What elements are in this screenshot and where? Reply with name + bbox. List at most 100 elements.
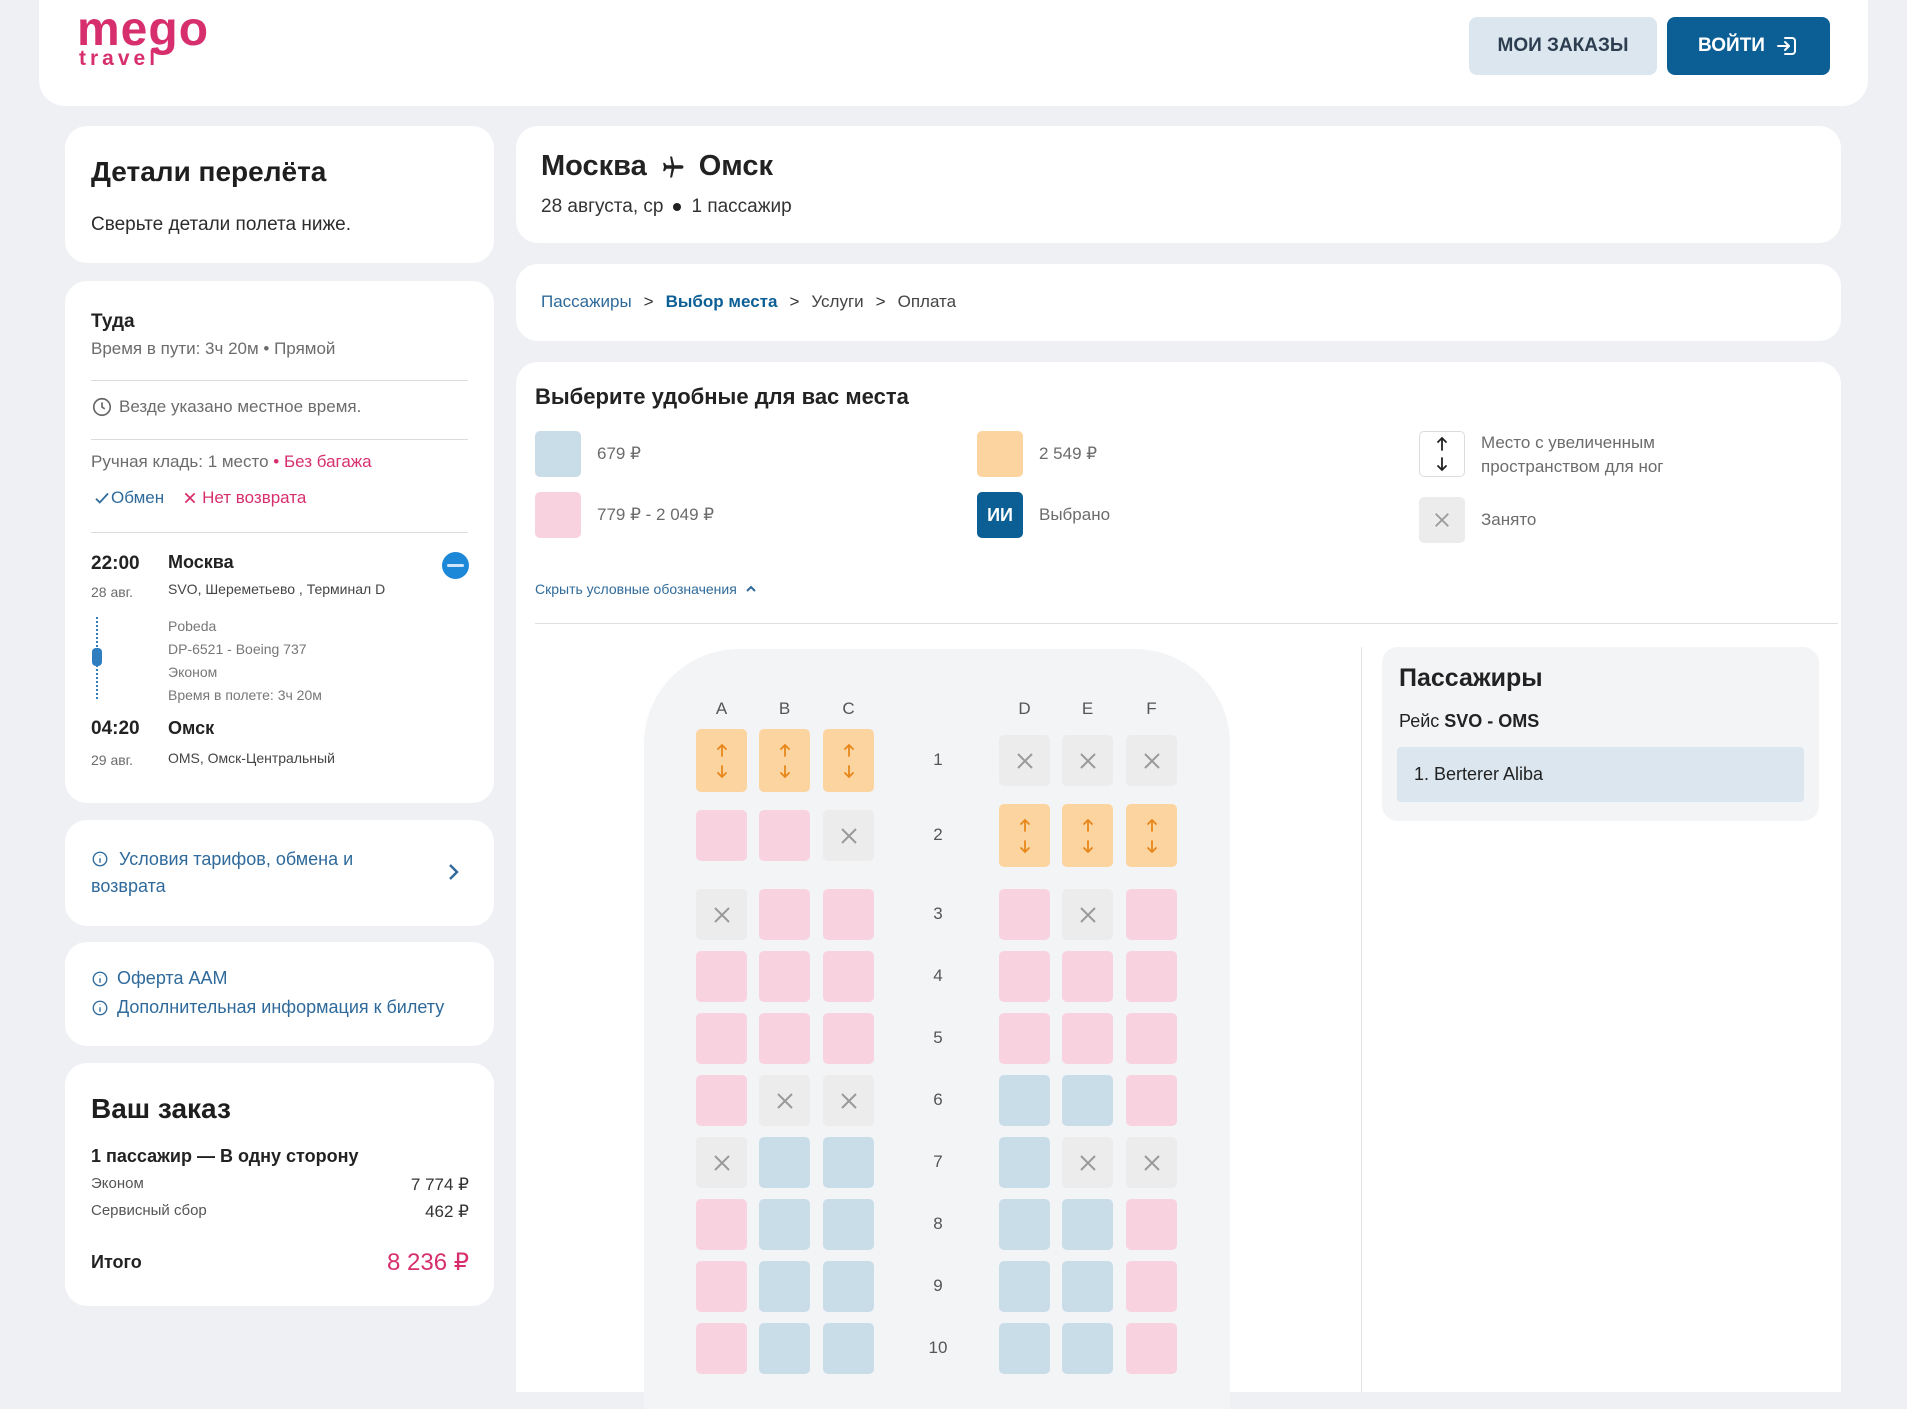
seat-5E[interactable] xyxy=(1062,1013,1113,1064)
seat-10A[interactable] xyxy=(696,1323,747,1374)
seat-9C[interactable] xyxy=(823,1261,874,1312)
breadcrumb-separator: > xyxy=(875,292,886,311)
seat-8E[interactable] xyxy=(1062,1199,1113,1250)
offer-label: Оферта ААМ xyxy=(117,968,228,988)
seat-3C[interactable] xyxy=(823,889,874,940)
seat-5B[interactable] xyxy=(759,1013,810,1064)
seat-7B[interactable] xyxy=(759,1137,810,1188)
seat-6A[interactable] xyxy=(696,1075,747,1126)
login-button[interactable]: ВОЙТИ xyxy=(1667,17,1830,75)
breadcrumb-payment: Оплата xyxy=(897,292,957,311)
seat-9A[interactable] xyxy=(696,1261,747,1312)
legroom-icon xyxy=(999,804,1050,867)
seat-4A[interactable] xyxy=(696,951,747,1002)
seat-8D[interactable] xyxy=(999,1199,1050,1250)
tariff-conditions-card[interactable]: Условия тарифов, обмена и возврата xyxy=(65,820,494,926)
dep-time: 22:00 xyxy=(91,553,140,574)
route-passengers: 1 пассажир xyxy=(691,196,792,217)
seat-3B[interactable] xyxy=(759,889,810,940)
seat-row-number: 7 xyxy=(933,1152,943,1171)
seat-6E[interactable] xyxy=(1062,1075,1113,1126)
flight-time: Время в полете: 3ч 20м xyxy=(168,687,322,703)
arr-airport: OMS, Омск-Центральный xyxy=(168,750,335,766)
luggage-info: Ручная кладь: 1 место • Без багажа xyxy=(91,452,372,472)
seat-6B xyxy=(759,1075,810,1126)
offer-link[interactable]: Оферта ААМ xyxy=(91,968,228,989)
seat-5C[interactable] xyxy=(823,1013,874,1064)
seat-5D[interactable] xyxy=(999,1013,1050,1064)
dot-separator xyxy=(673,203,682,211)
total-label: Итого xyxy=(91,1252,142,1272)
tariff-conditions-link[interactable]: Условия тарифов, обмена и возврата xyxy=(91,846,353,900)
seat-3D[interactable] xyxy=(999,889,1050,940)
passenger-item[interactable]: 1. Berterer Aliba xyxy=(1397,747,1804,802)
seat-10C[interactable] xyxy=(823,1323,874,1374)
breadcrumb: Пассажиры > Выбор места > Услуги > Оплат… xyxy=(516,264,1841,341)
breadcrumb-separator: > xyxy=(643,292,654,311)
seat-2A[interactable] xyxy=(696,810,747,861)
order-card: Ваш заказ 1 пассажир — В одну сторону Эк… xyxy=(65,1063,494,1306)
exchange-label: Обмен xyxy=(111,488,165,507)
seat-1C[interactable] xyxy=(823,729,874,792)
header: mego travel МОИ ЗАКАЗЫ ВОЙТИ xyxy=(39,0,1868,106)
local-time-note: Везде указано местное время. xyxy=(91,396,361,418)
seat-4E[interactable] xyxy=(1062,951,1113,1002)
seat-1B[interactable] xyxy=(759,729,810,792)
seat-2F[interactable] xyxy=(1126,804,1177,867)
legroom-icon xyxy=(1062,804,1113,867)
seat-column-label: C xyxy=(842,699,855,718)
seat-10E[interactable] xyxy=(1062,1323,1113,1374)
breadcrumb-passengers[interactable]: Пассажиры xyxy=(541,292,632,312)
seat-row-number: 4 xyxy=(933,966,943,985)
extra-info-link[interactable]: Дополнительная информация к билету xyxy=(91,997,444,1018)
seat-8B[interactable] xyxy=(759,1199,810,1250)
route-date: 28 августа, ср xyxy=(541,196,664,217)
login-label: ВОЙТИ xyxy=(1698,35,1765,56)
arr-time: 04:20 xyxy=(91,718,140,739)
seat-4C[interactable] xyxy=(823,951,874,1002)
seat-6F[interactable] xyxy=(1126,1075,1177,1126)
seat-3F[interactable] xyxy=(1126,889,1177,940)
seat-7D[interactable] xyxy=(999,1137,1050,1188)
seat-4F[interactable] xyxy=(1126,951,1177,1002)
seat-1A[interactable] xyxy=(696,729,747,792)
seat-2B[interactable] xyxy=(759,810,810,861)
seat-2E[interactable] xyxy=(1062,804,1113,867)
seat-10F[interactable] xyxy=(1126,1323,1177,1374)
seat-4D[interactable] xyxy=(999,951,1050,1002)
seat-4B[interactable] xyxy=(759,951,810,1002)
seat-5F[interactable] xyxy=(1126,1013,1177,1064)
tariff-conditions-line2: возврата xyxy=(91,876,166,896)
seat-2D[interactable] xyxy=(999,804,1050,867)
seat-column-label: F xyxy=(1146,699,1157,718)
ticket-conditions: Обмен Нет возврата xyxy=(93,488,306,508)
seat-1E xyxy=(1062,735,1113,786)
seat-10D[interactable] xyxy=(999,1323,1050,1374)
seat-row-number: 8 xyxy=(933,1214,943,1233)
seat-row-number: 1 xyxy=(933,750,943,769)
seat-9D[interactable] xyxy=(999,1261,1050,1312)
seat-8F[interactable] xyxy=(1126,1199,1177,1250)
seat-9E[interactable] xyxy=(1062,1261,1113,1312)
no-baggage: • Без багажа xyxy=(273,452,372,471)
passengers-panel: Пассажиры Рейс SVO - OMS 1. Berterer Ali… xyxy=(1382,647,1819,821)
seat-1F xyxy=(1126,735,1177,786)
seat-7C[interactable] xyxy=(823,1137,874,1188)
login-icon xyxy=(1776,37,1796,55)
trip-direction: Туда xyxy=(91,311,135,332)
seat-8A[interactable] xyxy=(696,1199,747,1250)
cross-icon xyxy=(823,810,874,861)
seat-6D[interactable] xyxy=(999,1075,1050,1126)
seat-9F[interactable] xyxy=(1126,1261,1177,1312)
seat-10B[interactable] xyxy=(759,1323,810,1374)
cross-icon xyxy=(1126,1137,1177,1188)
seat-column-label: A xyxy=(715,699,728,718)
cabin-class: Эконом xyxy=(168,664,218,680)
seat-5A[interactable] xyxy=(696,1013,747,1064)
seat-8C[interactable] xyxy=(823,1199,874,1250)
cross-icon xyxy=(1062,889,1113,940)
my-orders-button[interactable]: МОИ ЗАКАЗЫ xyxy=(1469,17,1657,75)
order-item-value: 7 774 ₽ xyxy=(410,1175,469,1194)
seat-9B[interactable] xyxy=(759,1261,810,1312)
breadcrumb-services: Услуги xyxy=(811,292,864,311)
